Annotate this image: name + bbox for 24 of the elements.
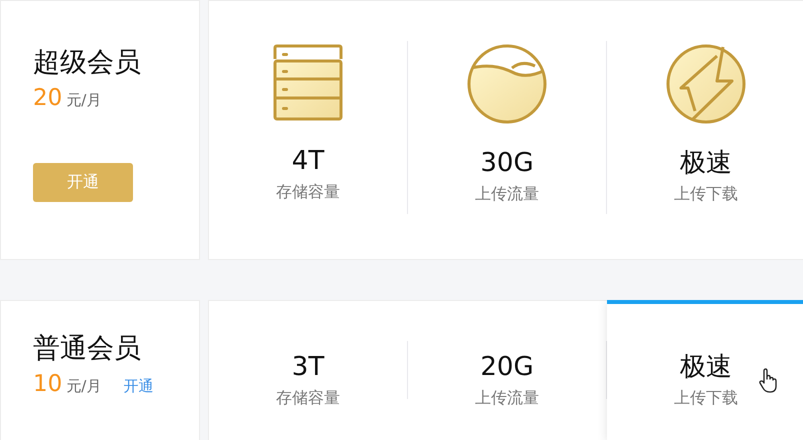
feature-label: 存储容量: [276, 387, 340, 409]
lightning-circle-icon: [666, 44, 746, 124]
price-unit: 元/月: [66, 91, 102, 110]
feature-value: 20G: [480, 351, 534, 384]
feature-label: 存储容量: [276, 181, 340, 203]
subscribe-button[interactable]: 开通: [33, 163, 133, 202]
feature-label: 上传流量: [475, 387, 539, 409]
plan-title: 超级会员: [33, 46, 142, 80]
plan-title: 普通会员: [33, 332, 142, 366]
hand-cursor-icon: [759, 368, 777, 394]
subscribe-link[interactable]: 开通: [123, 377, 154, 396]
feature-label: 上传下载: [674, 183, 738, 205]
feature-value: 30G: [480, 147, 534, 180]
feature-value: 3T: [292, 351, 324, 384]
feature-value: 4T: [292, 145, 324, 178]
feature-value: 极速: [680, 351, 732, 384]
price: 20: [33, 85, 62, 111]
feature-label: 上传下载: [674, 387, 738, 409]
feature-label: 上传流量: [475, 183, 539, 205]
price: 10: [33, 371, 62, 397]
server-icon: [273, 44, 343, 122]
price-unit: 元/月: [66, 377, 102, 396]
feature-value: 极速: [680, 147, 732, 180]
wave-circle-icon: [467, 44, 547, 124]
